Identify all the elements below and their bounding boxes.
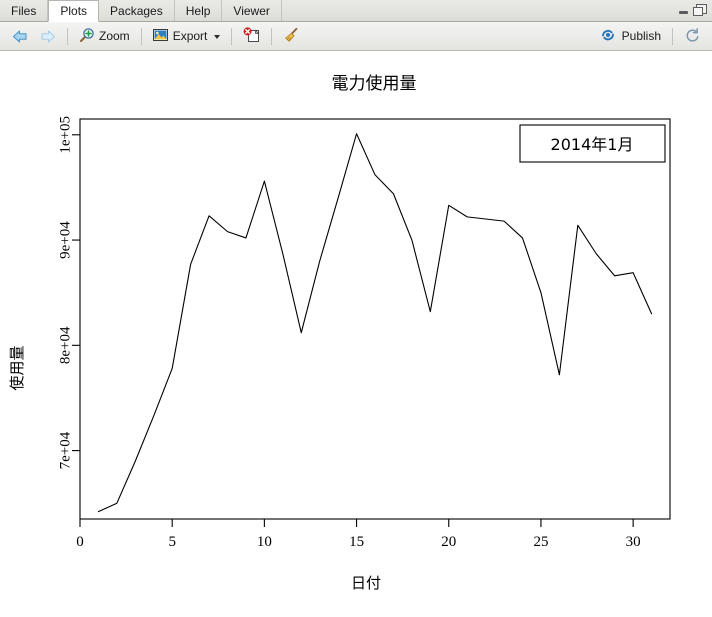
minimize-icon[interactable] <box>678 5 689 16</box>
arrow-right-icon <box>40 29 56 44</box>
toolbar-separator <box>231 27 233 45</box>
plots-toolbar: Zoom Export Publish <box>0 22 712 51</box>
x-axis-label: 日付 <box>351 574 381 592</box>
y-axis-tick-label: 1e+05 <box>57 116 73 154</box>
arrow-left-icon <box>12 29 28 44</box>
toolbar-separator <box>140 27 142 45</box>
tab-plots-label: Plots <box>60 4 88 18</box>
broom-icon <box>283 27 300 46</box>
plot-canvas[interactable]: 電力使用量 使用量 日付 7e+04 8e+04 9e+04 1e+05 0 5 10 15… <box>0 51 712 616</box>
export-button[interactable]: Export <box>147 25 227 48</box>
export-image-icon <box>152 28 169 45</box>
zoom-button[interactable]: Zoom <box>73 25 136 48</box>
toolbar-separator <box>672 27 673 45</box>
remove-plot-button[interactable] <box>237 25 266 48</box>
publish-button-label: Publish <box>621 29 661 43</box>
y-axis-tick-label: 9e+04 <box>57 221 73 259</box>
maximize-icon[interactable] <box>693 4 707 16</box>
export-button-label: Export <box>172 29 208 43</box>
publish-button[interactable]: Publish <box>594 25 667 48</box>
publish-icon <box>600 27 616 46</box>
tab-packages-label: Packages <box>110 3 163 18</box>
tab-help[interactable]: Help <box>175 0 223 21</box>
electricity-usage-line-chart: 電力使用量 使用量 日付 7e+04 8e+04 9e+04 1e+05 0 5 10 15… <box>0 51 712 616</box>
clear-all-plots-button[interactable] <box>277 25 306 48</box>
legend-entry-label: 2014年1月 <box>551 135 634 154</box>
x-axis-tick-label: 30 <box>626 534 641 550</box>
rstudio-plots-panel: Files Plots Packages Help Viewer Zoom Ex… <box>0 0 712 617</box>
x-axis-tick-label: 20 <box>441 534 456 550</box>
tab-plots[interactable]: Plots <box>48 0 100 22</box>
remove-plot-icon <box>243 26 260 46</box>
x-axis-tick-label: 15 <box>349 534 364 550</box>
x-axis-tick-label: 25 <box>533 534 548 550</box>
forward-button[interactable] <box>34 25 62 48</box>
y-axis-tick-label: 8e+04 <box>57 326 73 364</box>
window-controls <box>678 4 707 16</box>
tab-files[interactable]: Files <box>0 0 49 21</box>
y-axis-label: 使用量 <box>8 345 26 390</box>
magnifier-icon <box>79 27 95 46</box>
panel-tab-bar: Files Plots Packages Help Viewer <box>0 0 712 22</box>
chart-legend: 2014年1月 <box>519 124 666 163</box>
chevron-down-icon <box>214 35 221 39</box>
tab-help-label: Help <box>185 3 211 18</box>
zoom-button-label: Zoom <box>99 29 130 43</box>
x-axis-tick-label: 10 <box>257 534 272 550</box>
refresh-icon <box>684 27 700 46</box>
tab-packages[interactable]: Packages <box>99 0 175 21</box>
tab-files-label: Files <box>11 3 37 18</box>
tab-viewer[interactable]: Viewer <box>222 0 282 21</box>
y-axis-tick-label: 7e+04 <box>57 431 73 469</box>
x-axis-tick-label: 0 <box>76 534 84 550</box>
chart-title: 電力使用量 <box>332 73 417 94</box>
back-button[interactable] <box>6 25 34 48</box>
toolbar-separator <box>67 27 68 45</box>
toolbar-separator <box>271 27 273 45</box>
x-axis-tick-label: 5 <box>168 534 176 550</box>
tab-viewer-label: Viewer <box>233 3 270 18</box>
refresh-button[interactable] <box>678 25 706 48</box>
